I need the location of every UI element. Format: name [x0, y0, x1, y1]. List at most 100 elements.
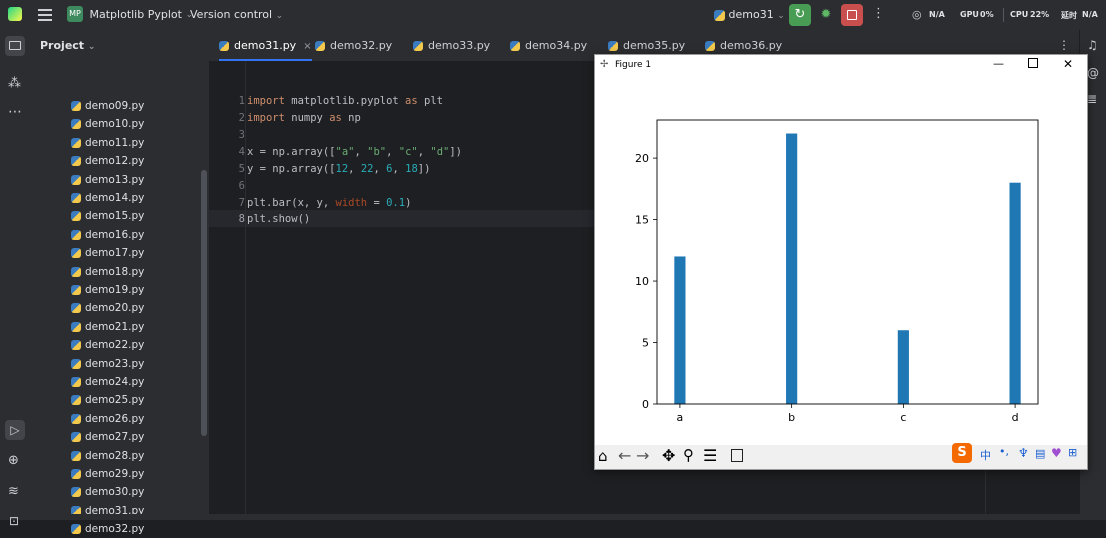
figure-titlebar[interactable]: ✢ Figure 1 — ✕ [595, 55, 1087, 77]
run-tool-icon[interactable]: ▷ [5, 420, 25, 440]
ai-assistant-icon[interactable]: @ [1087, 66, 1099, 80]
editor-tab[interactable]: demo32.py [315, 30, 392, 61]
back-arrow-icon[interactable]: ← [618, 446, 631, 465]
editor-tab[interactable]: demo34.py [510, 30, 587, 61]
file-tree-item[interactable]: demo17.py [71, 244, 144, 262]
file-tree-item[interactable]: demo21.py [71, 318, 144, 336]
database-icon[interactable]: ≣ [1087, 92, 1097, 106]
python-file-icon [315, 41, 325, 51]
bar-d [1009, 182, 1021, 404]
close-tab-icon[interactable]: × [303, 41, 311, 52]
plot-frame [656, 119, 1039, 405]
file-tree-item[interactable]: demo26.py [71, 410, 144, 428]
y-tick-label: 5 [642, 337, 649, 350]
project-tool-icon[interactable] [5, 36, 25, 56]
debug-button[interactable]: ✹ [816, 5, 836, 25]
file-tree-item[interactable]: demo18.py [71, 263, 144, 281]
main-menu-icon[interactable] [38, 8, 52, 22]
y-tick-label: 0 [642, 398, 649, 411]
file-tree-item[interactable]: demo10.py [71, 115, 144, 133]
configure-subplots-icon[interactable]: ☰ [703, 446, 717, 465]
maximize-icon[interactable] [1028, 58, 1038, 68]
file-tree-item[interactable]: demo23.py [71, 355, 144, 373]
file-tree-item[interactable]: demo16.py [71, 226, 144, 244]
home-icon[interactable]: ⌂ [598, 447, 608, 465]
file-tree-item[interactable]: demo12.py [71, 152, 144, 170]
project-badge: MP [67, 6, 83, 22]
file-tree-item[interactable]: demo25.py [71, 391, 144, 409]
more-actions-icon[interactable]: ⋮ [872, 6, 885, 21]
ime-skin-icon[interactable]: ♥ [1051, 446, 1062, 460]
figure-toolbar: ⌂ ← → ✥ ⚲ ☰ S 中 •, ♆ ▤ ♥ ⊞ [595, 443, 1087, 469]
ime-keyboard-icon[interactable]: ▤ [1035, 447, 1045, 460]
code-text: numpy [284, 112, 330, 124]
file-tree-item[interactable]: demo14.py [71, 189, 144, 207]
code-text: plt.bar(x, y, [247, 197, 336, 209]
file-tree-item[interactable]: demo15.py [71, 207, 144, 225]
file-tree-item[interactable]: demo11.py [71, 134, 144, 152]
editor-tab[interactable]: demo31.py × [219, 30, 312, 61]
pan-icon[interactable]: ✥ [662, 446, 675, 465]
gpu-label: GPU [960, 10, 979, 19]
file-name: demo12.py [85, 155, 145, 168]
more-tools-icon[interactable]: ⋯ [8, 104, 22, 120]
file-tree-item[interactable]: demo30.py [71, 483, 144, 501]
matplotlib-logo-icon: ✢ [600, 59, 609, 70]
file-tree-item[interactable]: demo20.py [71, 299, 144, 317]
file-tree-item[interactable]: demo27.py [71, 428, 144, 446]
x-tick-label: c [900, 411, 906, 424]
zoom-icon[interactable]: ⚲ [683, 446, 694, 464]
param-name: width [335, 197, 368, 209]
editor-tab[interactable]: demo33.py [413, 30, 490, 61]
ime-toolbox-icon[interactable]: ⊞ [1068, 446, 1077, 459]
file-tree-item[interactable]: demo19.py [71, 281, 144, 299]
tab-label: demo34.py [525, 39, 588, 52]
file-name: demo32.py [85, 523, 145, 536]
forward-arrow-icon[interactable]: → [636, 446, 649, 465]
number-literal: 22 [360, 163, 374, 175]
run-config-widget[interactable]: demo31 ⌄ [714, 8, 785, 21]
code-text: , [354, 146, 368, 158]
python-icon [714, 9, 725, 21]
file-tree-item[interactable]: demo29.py [71, 465, 144, 483]
run-config-label: demo31 [728, 8, 774, 21]
ime-punct-icon[interactable]: •, [999, 445, 1009, 458]
code-text: = [367, 197, 387, 209]
x-tick-label: b [788, 411, 795, 424]
ime-language[interactable]: 中 [980, 447, 991, 463]
ime-mic-icon[interactable]: ♆ [1018, 446, 1029, 460]
code-line-5: y = np.array([12, 22, 6, 18]) [247, 163, 430, 175]
python-file-icon [71, 119, 81, 130]
python-file-icon [71, 487, 81, 498]
project-widget[interactable]: MP Matplotlib Pyplot ⌄ [67, 6, 193, 24]
code-line-7: plt.bar(x, y, width = 0.1) [247, 197, 411, 209]
python-console-icon[interactable]: ⊕ [8, 453, 19, 468]
version-control-widget[interactable]: Version control ⌄ [190, 8, 283, 21]
pycharm-logo-icon[interactable] [8, 7, 22, 21]
code-text: y = np.array([ [247, 163, 336, 175]
terminal-tool-icon[interactable]: ⊡ [9, 514, 19, 528]
close-icon[interactable]: ✕ [1063, 57, 1073, 71]
rerun-button[interactable]: ↻ [789, 4, 811, 26]
ime-logo-icon[interactable]: S [952, 443, 972, 463]
file-name: demo24.py [85, 376, 145, 388]
bar-chart: 0 5 10 15 20 a b c d [635, 119, 1039, 424]
file-name: demo23.py [85, 357, 145, 370]
tab-label: demo32.py [330, 39, 393, 52]
file-tree-item[interactable]: demo28.py [71, 447, 144, 465]
file-tree-item[interactable]: demo32.py [71, 520, 144, 538]
structure-tool-icon[interactable]: ⁂ [8, 76, 21, 91]
stop-button[interactable] [841, 4, 863, 26]
file-tree-item[interactable]: demo24.py [71, 373, 144, 391]
vertical-scrollbar[interactable] [201, 170, 207, 436]
minimize-icon[interactable]: — [993, 57, 1004, 70]
layers-tool-icon[interactable]: ≋ [8, 484, 19, 499]
save-icon[interactable] [731, 449, 743, 462]
python-file-icon [71, 524, 81, 535]
notifications-icon[interactable]: ♫ [1087, 38, 1098, 52]
tabs-more-icon[interactable]: ⋮ [1058, 38, 1070, 52]
file-tree-item[interactable]: demo09.py [71, 97, 144, 115]
cpu-label: CPU [1010, 10, 1029, 19]
file-tree-item[interactable]: demo22.py [71, 336, 144, 354]
file-tree-item[interactable]: demo13.py [71, 171, 144, 189]
